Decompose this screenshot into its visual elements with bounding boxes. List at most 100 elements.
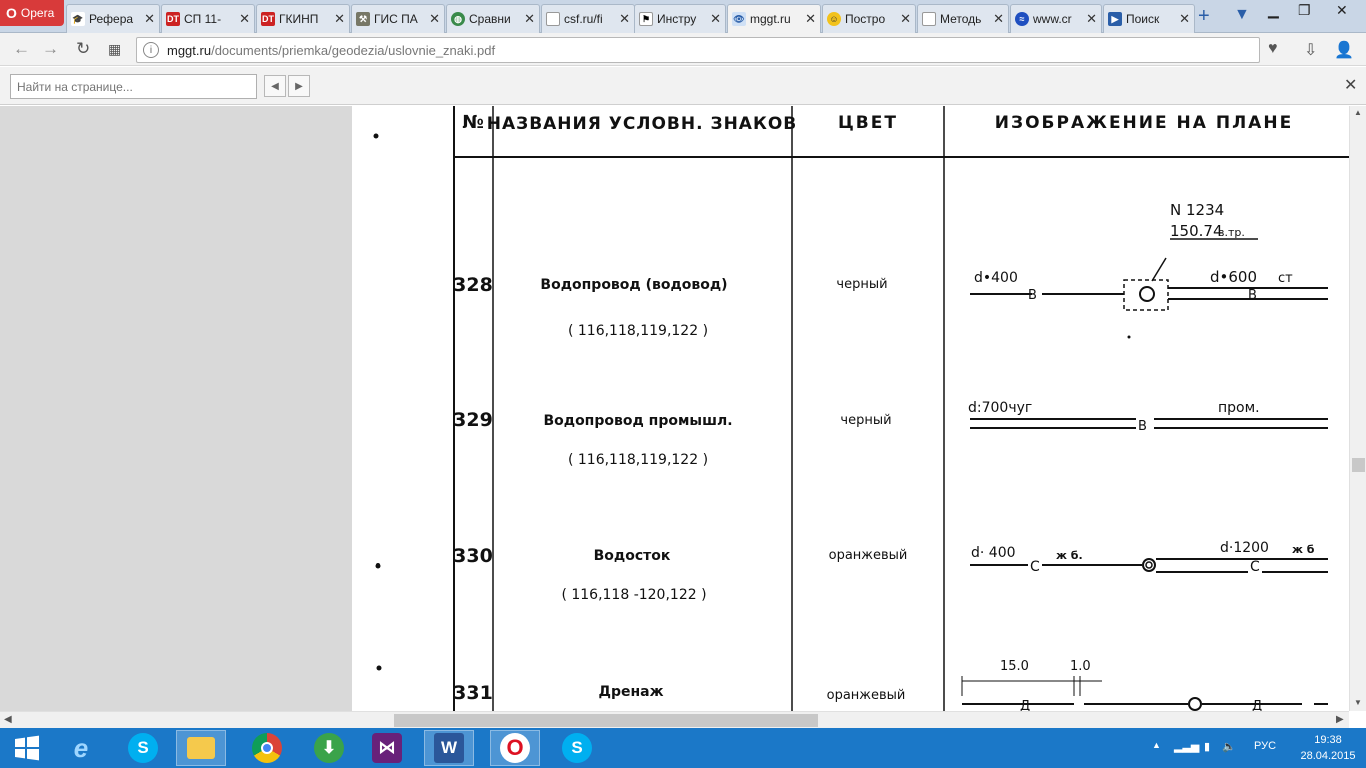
restore-icon[interactable]: ❐ [1298, 2, 1311, 19]
site-info-icon[interactable]: i [143, 42, 159, 58]
close-icon[interactable]: ✕ [239, 11, 250, 27]
tab-0[interactable]: 🎓 Рефера ✕ [66, 4, 160, 33]
close-icon[interactable]: ✕ [805, 11, 816, 27]
dt-red-icon: DT [261, 12, 275, 26]
download-icon[interactable]: ⇩ [1304, 40, 1317, 60]
tab-5[interactable]: csf.ru/fi ✕ [541, 4, 635, 33]
close-icon[interactable]: ✕ [710, 11, 721, 27]
pdf-drawing: № НАЗВАНИЯ УСЛОВН. ЗНАКОВ ЦВЕТ ИЗОБРАЖЕН… [373, 106, 1349, 711]
row-331-name: Дренаж [598, 684, 663, 700]
symbol-331 [961, 676, 1328, 711]
header-image: ИЗОБРАЖЕНИЕ НА ПЛАНЕ [995, 113, 1293, 133]
tab-7-active[interactable]: 👁 mggt.ru ✕ [727, 4, 821, 33]
tab-9[interactable]: Методь ✕ [917, 4, 1009, 33]
skype-icon: S [562, 733, 592, 763]
close-icon[interactable]: ✕ [619, 11, 630, 27]
clock[interactable]: 19:38 28.04.2015 [1296, 732, 1360, 764]
find-input[interactable] [10, 74, 257, 99]
scroll-down-icon[interactable]: ▼ [1354, 698, 1362, 707]
scroll-right-icon[interactable]: ▶ [1336, 714, 1344, 725]
tab-8[interactable]: ☺ Постро ✕ [822, 4, 916, 33]
row-329-left-d: d:700чуг [968, 400, 1032, 416]
tab-6[interactable]: ⚑ Инстру ✕ [634, 4, 726, 33]
vs-icon: ⋈ [372, 733, 402, 763]
close-icon[interactable]: ✕ [334, 11, 345, 27]
windows-icon [15, 735, 39, 761]
graduation-cap-icon: 🎓 [71, 12, 85, 26]
network-icon[interactable]: ▂▃▅ [1174, 740, 1199, 753]
vertical-scrollbar[interactable]: ▲ ▼ [1349, 106, 1366, 711]
taskbar-file-explorer[interactable] [176, 730, 226, 766]
url-path: /documents/priemka/geodezia/uslovnie_zna… [211, 42, 496, 58]
row-328-well-level: 150.74 [1170, 222, 1223, 240]
minimize-icon[interactable]: ▁ [1268, 2, 1279, 19]
dt-red-icon: DT [166, 12, 180, 26]
row-331-number: 331 [453, 682, 493, 704]
tab-title: ГИС ПА [374, 12, 418, 26]
close-icon[interactable]: ✕ [993, 11, 1004, 27]
horizontal-scrollbar[interactable]: ◀ ▶ [0, 711, 1349, 728]
row-328-name: Водопровод (водовод) [540, 277, 727, 293]
volume-icon[interactable]: 🔈 [1222, 740, 1236, 753]
close-icon[interactable]: ✕ [1086, 11, 1097, 27]
close-icon[interactable]: ✕ [1179, 11, 1190, 27]
row-331-letter-2: Д [1252, 699, 1262, 711]
forward-icon[interactable]: → [42, 39, 59, 59]
tools-icon: ⚒ [356, 12, 370, 26]
taskbar-opera[interactable]: O [490, 730, 540, 766]
tab-2[interactable]: DT ГКИНП ✕ [256, 4, 350, 33]
address-bar[interactable]: i mggt.ru /documents/priemka/geodezia/us… [136, 37, 1260, 63]
speed-dial-icon[interactable]: ▦ [108, 41, 121, 58]
find-prev-button[interactable]: ◀ [264, 75, 286, 97]
url-host: mggt.ru [167, 42, 212, 58]
start-button[interactable] [2, 730, 52, 766]
tab-10[interactable]: ≈ www.cr ✕ [1010, 4, 1102, 33]
scan-dot [373, 133, 379, 139]
taskbar-word[interactable]: W [424, 730, 474, 766]
header-number: № [462, 112, 484, 133]
row-330-number: 330 [453, 545, 493, 567]
battery-icon[interactable]: ▮ [1204, 740, 1210, 753]
find-close-icon[interactable]: ✕ [1344, 75, 1357, 95]
taskbar-internet-explorer[interactable]: e [56, 730, 106, 766]
close-icon[interactable]: ✕ [900, 11, 911, 27]
taskbar-chrome[interactable] [242, 730, 292, 766]
account-icon[interactable]: 👤 [1334, 40, 1354, 60]
tab-1[interactable]: DT СП 11- ✕ [161, 4, 255, 33]
heart-icon[interactable]: ♥ [1268, 40, 1278, 58]
close-icon[interactable]: ✕ [429, 11, 440, 27]
word-icon: W [434, 733, 464, 763]
reload-icon[interactable]: ↻ [76, 39, 90, 59]
row-330-name: Водосток [594, 548, 671, 564]
tab-3[interactable]: ⚒ ГИС ПА ✕ [351, 4, 445, 33]
scroll-left-icon[interactable]: ◀ [4, 714, 12, 725]
find-bar: ◀ ▶ ✕ [0, 67, 1366, 105]
close-icon[interactable]: ✕ [144, 11, 155, 27]
vertical-scroll-thumb[interactable] [1352, 458, 1365, 472]
row-328-left-d: d•400 [974, 270, 1018, 286]
tab-11[interactable]: ▶ Поиск ✕ [1103, 4, 1195, 33]
language-indicator[interactable]: РУС [1254, 740, 1276, 752]
row-328-right-d: d•600 [1210, 268, 1257, 286]
row-328-right-material: ст [1278, 271, 1293, 286]
tab-title: СП 11- [184, 12, 222, 26]
window-close-icon[interactable]: ✕ [1336, 2, 1348, 19]
taskbar-downloader[interactable]: ⬇ [304, 730, 354, 766]
taskbar-skype-2[interactable]: S [552, 730, 602, 766]
taskbar-visual-studio[interactable]: ⋈ [362, 730, 412, 766]
taskbar-skype[interactable]: S [118, 730, 168, 766]
tray-expand-icon[interactable]: ▲ [1152, 740, 1161, 750]
tab-menu-icon[interactable]: ▼ [1234, 6, 1250, 24]
opera-menu-button[interactable]: O Opera [0, 0, 64, 26]
horizontal-scroll-thumb[interactable] [394, 714, 818, 727]
tab-title: csf.ru/fi [564, 12, 603, 26]
clock-date: 28.04.2015 [1300, 750, 1356, 762]
find-next-button[interactable]: ▶ [288, 75, 310, 97]
tab-4[interactable]: ◍ Сравни ✕ [446, 4, 540, 33]
back-icon[interactable]: ← [13, 39, 30, 59]
new-tab-button[interactable]: + [1198, 5, 1210, 28]
clock-time: 19:38 [1314, 734, 1342, 746]
close-icon[interactable]: ✕ [524, 11, 535, 27]
row-328-well-number: N 1234 [1170, 201, 1224, 219]
scroll-up-icon[interactable]: ▲ [1354, 108, 1362, 117]
